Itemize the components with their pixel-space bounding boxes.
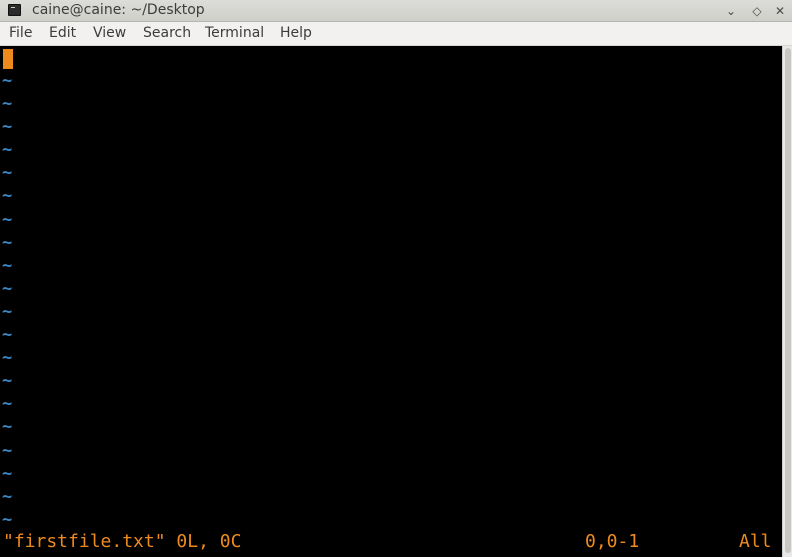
empty-line-marker: ~: [2, 278, 13, 299]
menu-terminal[interactable]: Terminal: [205, 25, 264, 41]
empty-line-marker: ~: [2, 440, 13, 461]
text-cursor: [3, 49, 13, 69]
menu-view[interactable]: View: [93, 25, 126, 41]
empty-line-marker: ~: [2, 486, 13, 507]
empty-line-marker: ~: [2, 140, 13, 161]
menu-edit[interactable]: Edit: [49, 25, 76, 41]
empty-line-marker: ~: [2, 463, 13, 484]
status-scroll-indicator: All: [739, 531, 772, 552]
empty-line-marker: ~: [2, 186, 13, 207]
empty-line-marker: ~: [2, 71, 13, 91]
empty-line-marker: ~: [2, 348, 13, 369]
empty-line-marker: ~: [2, 255, 13, 276]
window-title: caine@caine: ~/Desktop: [32, 2, 205, 18]
empty-line-marker: ~: [2, 117, 13, 138]
terminal-content[interactable]: ~ ~ ~ ~ ~ ~ ~ ~ ~ ~ ~ ~ ~ ~ ~ ~ ~ ~ ~ ~ …: [0, 46, 782, 557]
empty-line-marker: ~: [2, 394, 13, 415]
maximize-button[interactable]: ◇: [749, 3, 765, 19]
terminal-icon: [8, 4, 21, 16]
scrollbar-thumb[interactable]: [785, 48, 791, 553]
minimize-button[interactable]: ⌄: [723, 3, 739, 19]
empty-line-marker: ~: [2, 94, 13, 115]
close-button[interactable]: ✕: [772, 3, 788, 19]
empty-line-marker: ~: [2, 209, 13, 230]
status-cursor-position: 0,0-1: [585, 531, 640, 552]
menu-help[interactable]: Help: [280, 25, 312, 41]
empty-line-marker: ~: [2, 232, 13, 253]
empty-line-marker: ~: [2, 301, 13, 322]
empty-line-marker: ~: [2, 371, 13, 392]
vertical-scrollbar[interactable]: [782, 46, 792, 557]
status-file-info: "firstfile.txt" 0L, 0C: [3, 531, 242, 552]
empty-line-marker: ~: [2, 325, 13, 346]
empty-line-markers: ~ ~ ~ ~ ~ ~ ~ ~ ~ ~ ~ ~ ~ ~ ~ ~ ~ ~ ~ ~: [2, 70, 12, 532]
menu-file[interactable]: File: [9, 25, 32, 41]
menu-bar: File Edit View Search Terminal Help: [0, 22, 792, 46]
empty-line-marker: ~: [2, 417, 13, 438]
menu-search[interactable]: Search: [143, 25, 191, 41]
title-bar[interactable]: caine@caine: ~/Desktop ⌄ ◇ ✕: [0, 0, 792, 22]
empty-line-marker: ~: [2, 509, 13, 530]
empty-line-marker: ~: [2, 163, 13, 184]
terminal-window: caine@caine: ~/Desktop ⌄ ◇ ✕ File Edit V…: [0, 0, 792, 557]
